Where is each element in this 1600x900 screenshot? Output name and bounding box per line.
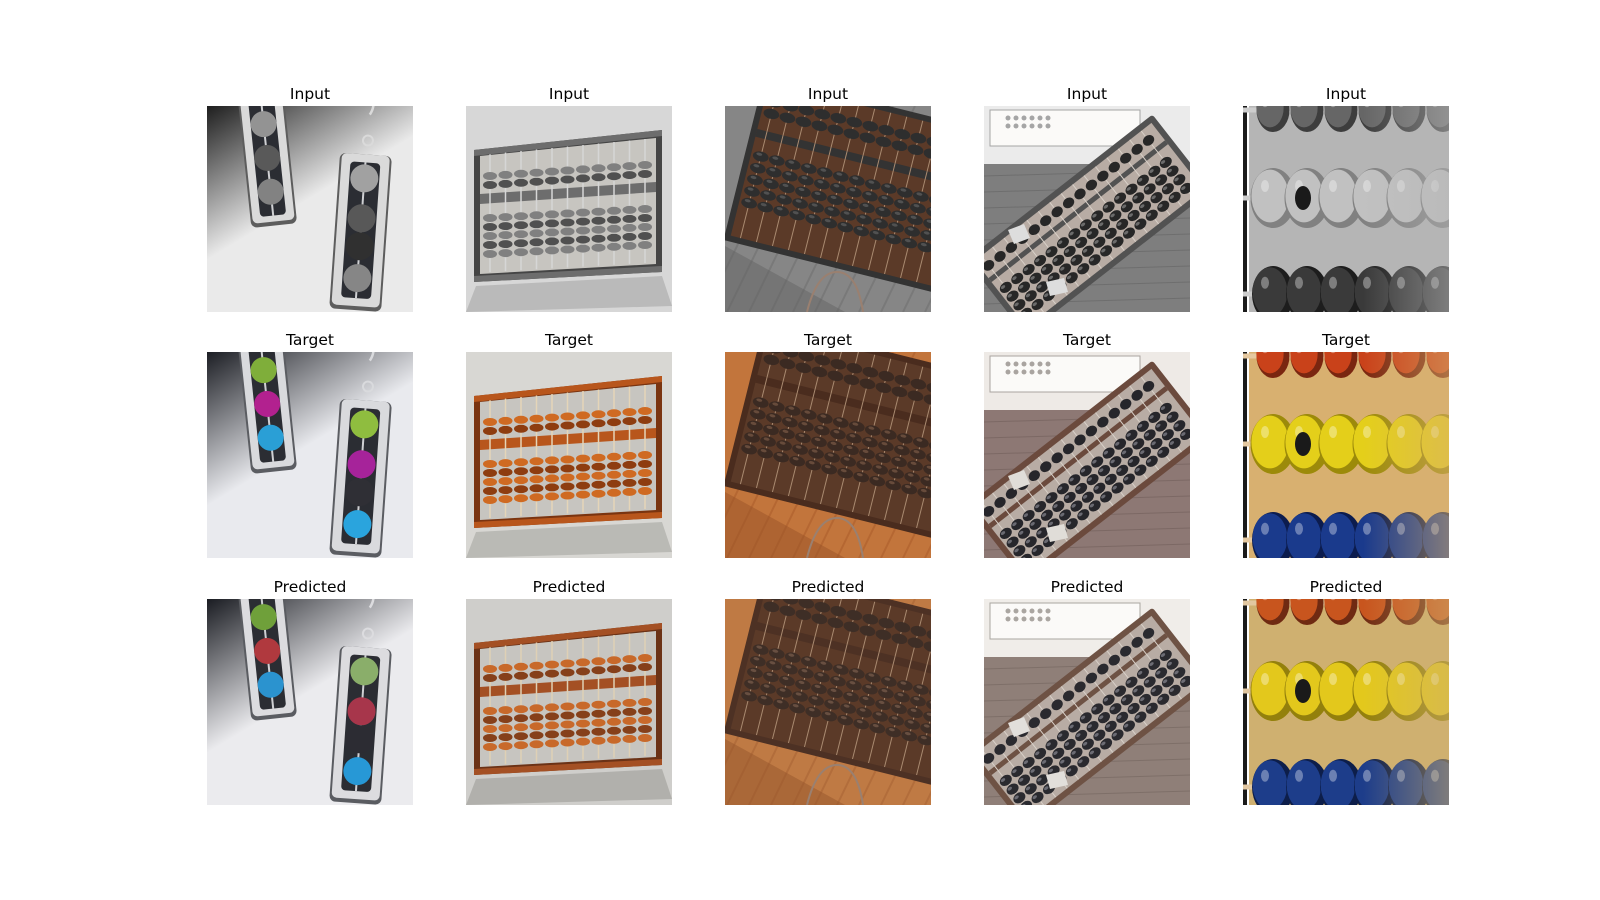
wooden-abacus-image-target bbox=[466, 352, 672, 558]
floor-abacus-image-target bbox=[725, 352, 931, 558]
panel-title: Input bbox=[1066, 85, 1108, 103]
desk-abacus-image-target bbox=[984, 352, 1190, 558]
earrings-image-input bbox=[207, 106, 413, 312]
panel-title: Target bbox=[545, 331, 593, 349]
desk-abacus-image-predicted bbox=[984, 599, 1190, 805]
earrings-image-predicted bbox=[207, 599, 413, 805]
panel-title: Predicted bbox=[273, 578, 347, 596]
bead-closeup-image-input bbox=[1243, 106, 1449, 312]
panel-title: Input bbox=[548, 85, 590, 103]
bead-closeup-image-target bbox=[1243, 352, 1449, 558]
bead-closeup-image-predicted bbox=[1243, 599, 1449, 805]
panel-title: Predicted bbox=[791, 578, 865, 596]
panel-title: Target bbox=[1063, 331, 1111, 349]
panel-title: Predicted bbox=[1309, 578, 1383, 596]
panel-title: Input bbox=[1325, 85, 1367, 103]
floor-abacus-image-input bbox=[725, 106, 931, 312]
wooden-abacus-image-predicted bbox=[466, 599, 672, 805]
panel-title: Predicted bbox=[1050, 578, 1124, 596]
panel-title: Target bbox=[286, 331, 334, 349]
panel-title: Predicted bbox=[532, 578, 606, 596]
earrings-image-target bbox=[207, 352, 413, 558]
image-grid-figure: Input Input Input Input Input Target Tar… bbox=[0, 0, 1600, 900]
panel-title: Input bbox=[807, 85, 849, 103]
wooden-abacus-image-input bbox=[466, 106, 672, 312]
panel-title: Input bbox=[289, 85, 331, 103]
floor-abacus-image-predicted bbox=[725, 599, 931, 805]
panel-title: Target bbox=[1322, 331, 1370, 349]
panel-title: Target bbox=[804, 331, 852, 349]
desk-abacus-image-input bbox=[984, 106, 1190, 312]
